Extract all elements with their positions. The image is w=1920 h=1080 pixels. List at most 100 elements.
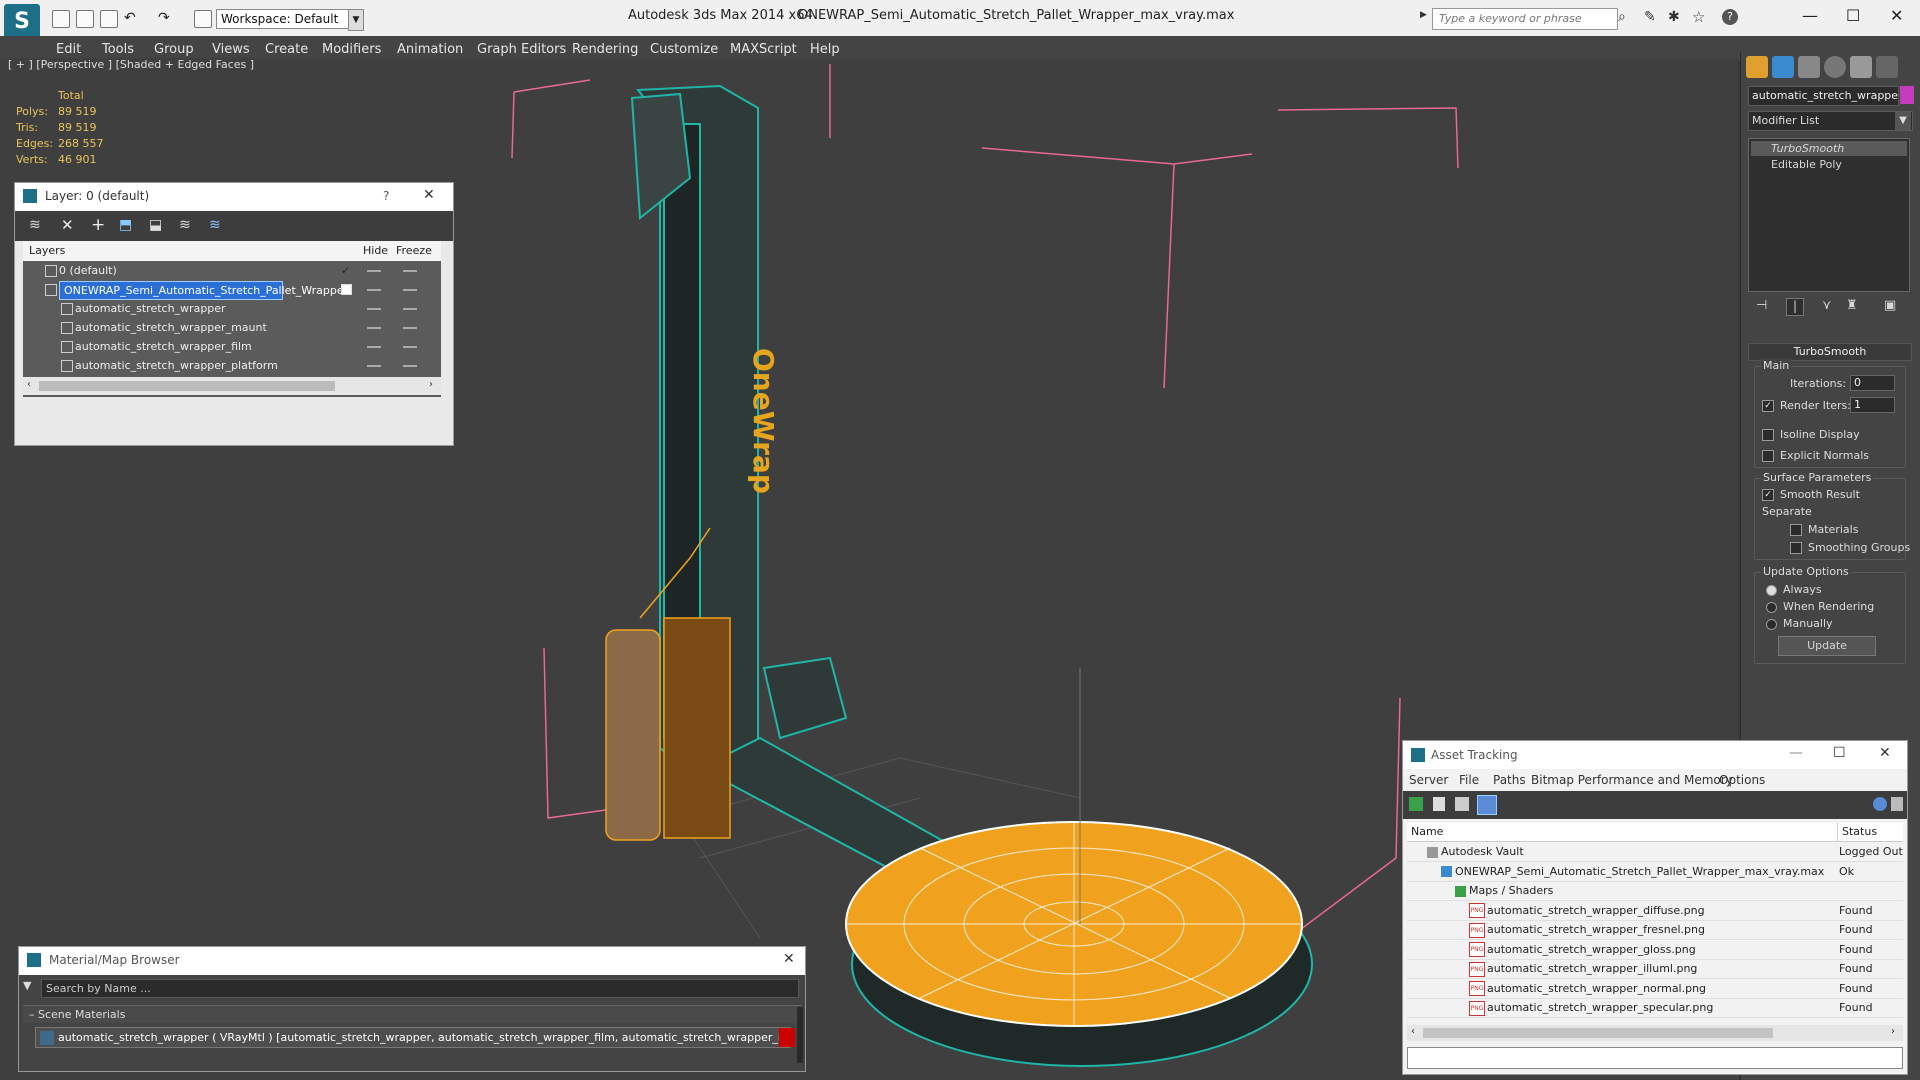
hide-column-header[interactable]: Hide [363, 241, 388, 261]
render-iters-spinner[interactable]: 1 [1850, 397, 1895, 413]
menu-group[interactable]: Group [154, 42, 194, 57]
pin-stack-icon[interactable]: ⊣ [1756, 298, 1767, 313]
display-tab-icon[interactable] [1850, 56, 1872, 78]
refresh-icon[interactable] [1409, 797, 1423, 811]
hide-toggle[interactable] [367, 308, 381, 310]
settings-icon[interactable] [1891, 797, 1903, 811]
maximize-window-button[interactable]: ☐ [1833, 745, 1846, 761]
menu-maxscript[interactable]: MAXScript [730, 42, 797, 57]
layer-row[interactable]: ONEWRAP_Semi_Automatic_Stretch_Pallet_Wr… [23, 280, 441, 300]
redo-icon[interactable]: ↷ [158, 10, 174, 26]
menu-create[interactable]: Create [265, 42, 308, 57]
when-rendering-radio[interactable] [1766, 601, 1777, 613]
layer-row[interactable]: automatic_stretch_wrapper [23, 299, 441, 318]
layer-row[interactable]: automatic_stretch_wrapper_film [23, 337, 441, 356]
asset-menu-server[interactable]: Server [1409, 773, 1448, 787]
material-vertical-scrollbar[interactable] [797, 1007, 803, 1063]
select-objects-icon[interactable]: ⬒ [119, 217, 132, 233]
asset-row[interactable]: PNG automatic_stretch_wrapper_illuml.png F… [1407, 959, 1903, 979]
layers-column-header[interactable]: Layers [29, 241, 65, 261]
asset-menu-file[interactable]: File [1459, 773, 1479, 787]
search-input[interactable]: Type a keyword or phrase [1432, 8, 1618, 30]
show-end-result-icon[interactable]: | [1786, 298, 1804, 316]
close-window-button[interactable]: ✕ [1890, 6, 1903, 25]
freeze-toggle[interactable] [403, 346, 417, 348]
scroll-left-icon[interactable]: ‹ [1411, 1026, 1415, 1037]
asset-row[interactable]: PNG automatic_stretch_wrapper_diffuse.png… [1407, 901, 1903, 921]
modifier-list-dropdown[interactable]: Modifier List [1748, 111, 1913, 131]
hide-all-icon[interactable]: ≋ [179, 217, 191, 233]
layer-row[interactable]: automatic_stretch_wrapper_platform [23, 356, 441, 375]
status-column-header[interactable]: Status [1837, 823, 1877, 841]
menu-help[interactable]: Help [810, 42, 840, 57]
scroll-right-icon[interactable]: › [429, 379, 433, 390]
asset-row[interactable]: PNG automatic_stretch_wrapper_fresnel.png… [1407, 920, 1903, 940]
workspace-dropdown-arrow-icon[interactable]: ▼ [348, 9, 364, 31]
workspace-dropdown[interactable]: Workspace: Default [216, 9, 350, 29]
current-layer-check-icon[interactable]: ✓ [341, 261, 350, 280]
smoothing-groups-checkbox[interactable] [1790, 542, 1802, 554]
asset-row[interactable]: PNG automatic_stretch_wrapper_specular.pn… [1407, 998, 1903, 1018]
hierarchy-tab-icon[interactable] [1798, 56, 1820, 78]
always-radio[interactable] [1766, 584, 1777, 596]
object-color-swatch[interactable] [1900, 86, 1914, 104]
name-column-header[interactable]: Name [1411, 823, 1443, 841]
stack-item-editable-poly[interactable]: Editable Poly [1751, 157, 1907, 172]
binoculars-icon[interactable]: ⌕ [1618, 9, 1626, 25]
asset-row[interactable]: PNG automatic_stretch_wrapper_normal.png F… [1407, 979, 1903, 999]
scroll-right-icon[interactable]: › [1891, 1026, 1895, 1037]
smooth-result-checkbox[interactable]: ✓ [1762, 489, 1774, 501]
menu-customize[interactable]: Customize [650, 42, 718, 57]
material-item[interactable]: automatic_stretch_wrapper ( VRayMtl ) [a… [35, 1027, 791, 1048]
layer-row[interactable]: automatic_stretch_wrapper_maunt [23, 318, 441, 337]
maximize-window-button[interactable]: ☐ [1846, 6, 1860, 25]
browser-options-icon[interactable]: ▼ [23, 979, 37, 995]
new-file-icon[interactable] [52, 10, 70, 28]
freeze-toggle[interactable] [403, 308, 417, 310]
asset-horizontal-scrollbar[interactable]: ‹ › [1407, 1025, 1903, 1041]
freeze-toggle[interactable] [403, 365, 417, 367]
create-tab-icon[interactable] [1746, 56, 1768, 78]
asset-row[interactable]: Maps / Shaders [1407, 881, 1903, 901]
remove-modifier-icon[interactable]: ♜ [1846, 298, 1858, 313]
render-iters-checkbox[interactable]: ✓ [1762, 400, 1774, 412]
iterations-spinner[interactable]: 0 [1850, 375, 1895, 391]
freeze-toggle[interactable] [403, 270, 417, 272]
menu-tools[interactable]: Tools [102, 42, 134, 57]
close-icon[interactable]: ✕ [423, 187, 435, 203]
star-icon[interactable]: ☆ [1692, 8, 1705, 26]
manually-radio[interactable] [1766, 618, 1777, 630]
menu-rendering[interactable]: Rendering [572, 42, 638, 57]
add-to-layer-icon[interactable]: + [91, 215, 105, 235]
favorites-icon[interactable]: ✱ [1668, 9, 1680, 25]
list-view-icon[interactable] [1433, 797, 1445, 811]
configure-sets-icon[interactable]: ▣ [1884, 298, 1896, 313]
project-folder-icon[interactable] [194, 10, 212, 28]
search-expand-icon[interactable]: ▶ [1420, 10, 1427, 20]
materials-checkbox[interactable] [1790, 524, 1802, 536]
minimize-window-button[interactable]: — [1789, 745, 1803, 761]
communication-center-icon[interactable]: ✎ [1644, 9, 1656, 25]
hide-toggle[interactable] [367, 327, 381, 329]
freeze-toggle[interactable] [403, 327, 417, 329]
hide-toggle[interactable] [367, 365, 381, 367]
create-layer-icon[interactable]: ≋ [29, 217, 41, 233]
freeze-all-icon[interactable]: ≋ [209, 217, 221, 233]
undo-icon[interactable]: ↶ [124, 10, 140, 26]
highlight-layer-icon[interactable]: ⬓ [149, 217, 162, 233]
chevron-down-icon[interactable]: ▼ [1895, 112, 1911, 130]
scene-materials-section[interactable]: – Scene Materials [23, 1005, 801, 1023]
menu-animation[interactable]: Animation [397, 42, 463, 57]
scrollbar-thumb[interactable] [1423, 1028, 1773, 1038]
open-file-icon[interactable] [76, 10, 94, 28]
asset-row[interactable]: PNG automatic_stretch_wrapper_gloss.png Fo… [1407, 940, 1903, 960]
help-icon[interactable]: ? [1722, 9, 1738, 25]
app-logo-button[interactable]: S [4, 4, 40, 40]
asset-menu-options[interactable]: Options [1719, 773, 1765, 787]
hide-toggle[interactable] [367, 346, 381, 348]
viewport-label[interactable]: [ + ] [Perspective ] [Shaded + Edged Fac… [8, 58, 254, 71]
layer-help-button[interactable]: ? [383, 189, 389, 203]
close-icon[interactable]: ✕ [1879, 745, 1891, 761]
menu-views[interactable]: Views [212, 42, 250, 57]
modify-tab-icon[interactable] [1772, 56, 1794, 78]
